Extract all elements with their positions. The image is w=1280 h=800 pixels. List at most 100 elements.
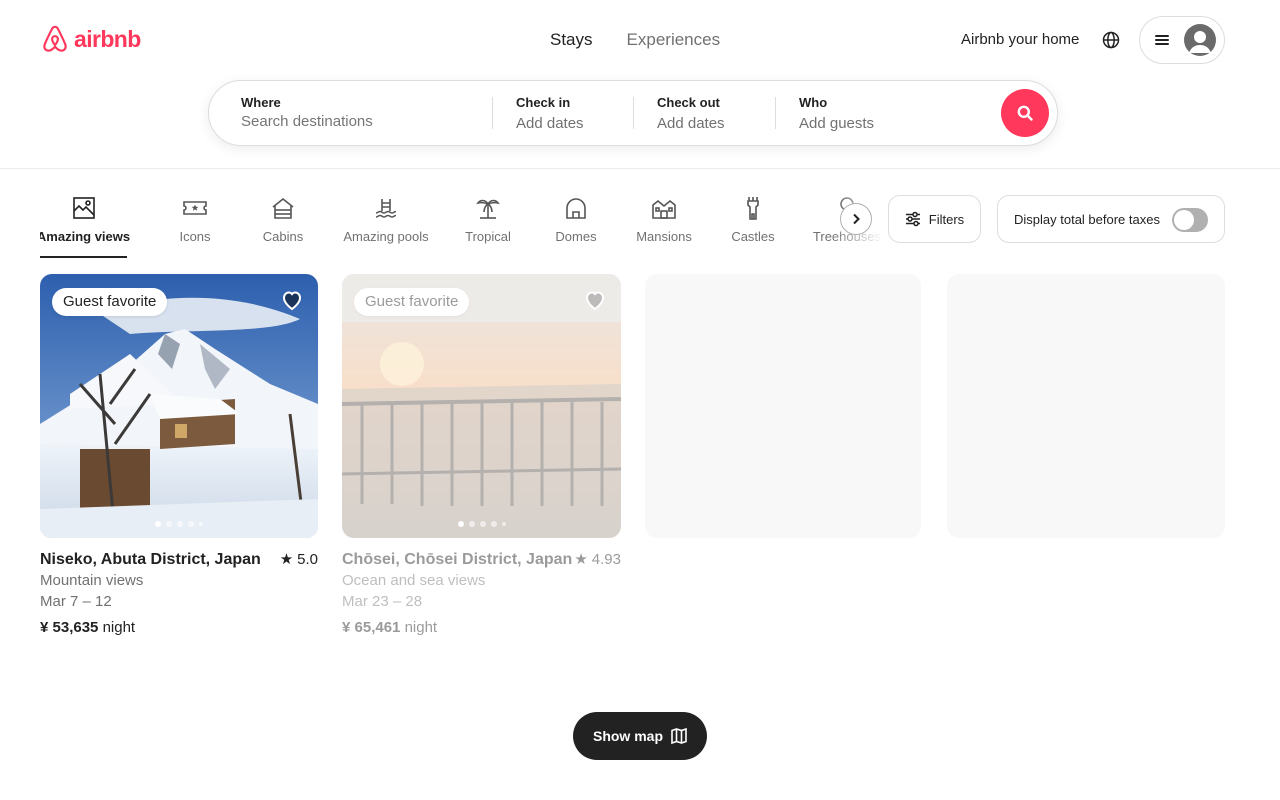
- pool-icon: [373, 195, 399, 221]
- airbnb-your-home-link[interactable]: Airbnb your home: [949, 24, 1091, 56]
- listing-card[interactable]: Guest favorite Chōsei, Chōsei District, …: [342, 274, 621, 638]
- photo-pagination-dots: [40, 521, 318, 527]
- category-next-button[interactable]: [840, 203, 872, 235]
- heart-icon[interactable]: [280, 288, 304, 312]
- taxes-label: Display total before taxes: [1014, 211, 1160, 227]
- dome-icon: [563, 195, 589, 221]
- listing-card-placeholder: [947, 274, 1225, 538]
- mansion-icon: [651, 195, 677, 221]
- category-label: Castles: [731, 229, 775, 244]
- map-icon: [671, 728, 687, 744]
- guest-favorite-badge: Guest favorite: [354, 288, 470, 316]
- category-label: Amazing pools: [343, 229, 429, 244]
- divider: [633, 97, 634, 129]
- category-castles[interactable]: Castles: [731, 190, 775, 258]
- category-label: Icons: [179, 229, 211, 244]
- listing-info: Chōsei, Chōsei District, Japan ★ 4.93 Oc…: [342, 550, 621, 638]
- site-header: airbnb Stays Experiences Airbnb your hom…: [0, 0, 1280, 169]
- globe-icon[interactable]: [1095, 24, 1127, 56]
- divider: [492, 97, 493, 129]
- photo-pagination-dots: [342, 521, 621, 527]
- category-label: Amazing views: [40, 229, 131, 244]
- listing-photo-placeholder: [645, 274, 921, 538]
- filters-button[interactable]: Filters: [888, 195, 981, 243]
- taxes-toggle[interactable]: [1172, 208, 1208, 232]
- category-label: Domes: [555, 229, 597, 244]
- listing-photo[interactable]: Guest favorite: [342, 274, 621, 538]
- search-icon: [1017, 105, 1033, 121]
- check-out-value: Add dates: [657, 115, 725, 132]
- category-label: Tropical: [465, 229, 511, 244]
- tab-stays[interactable]: Stays: [538, 28, 605, 52]
- category-amazing-views[interactable]: Amazing views: [40, 190, 131, 258]
- category-bar: Amazing views Icons Cabins Amazing pools: [40, 190, 880, 260]
- airbnb-logo-icon: [43, 25, 67, 52]
- logo-text: airbnb: [74, 25, 141, 52]
- show-map-label: Show map: [592, 728, 663, 744]
- filters-sliders-icon: [905, 211, 920, 227]
- where-field[interactable]: Where: [241, 81, 481, 145]
- display-total-toggle-box: Display total before taxes: [997, 195, 1225, 243]
- listing-dates: Mar 7 – 12: [40, 593, 112, 610]
- amazing-views-icon: [71, 195, 97, 221]
- listing-photo-placeholder: [947, 274, 1225, 538]
- check-in-label: Check in: [516, 95, 571, 110]
- rating-value: 4.93: [591, 551, 621, 568]
- search-button[interactable]: [1001, 89, 1049, 137]
- category-domes[interactable]: Domes: [555, 190, 597, 258]
- cabin-icon: [270, 195, 296, 221]
- main-nav: Stays Experiences: [538, 28, 732, 52]
- airbnb-logo[interactable]: airbnb: [40, 23, 141, 55]
- show-map-button[interactable]: Show map: [573, 712, 707, 760]
- guest-favorite-badge: Guest favorite: [52, 288, 168, 316]
- hamburger-menu-icon: [1155, 35, 1169, 45]
- category-label: Cabins: [262, 229, 304, 244]
- listing-card[interactable]: Guest favorite Niseko, Abuta District, J…: [40, 274, 318, 638]
- listing-info: Niseko, Abuta District, Japan ★ 5.0 Moun…: [40, 550, 318, 638]
- where-input[interactable]: [241, 113, 461, 130]
- castle-icon: [740, 195, 766, 221]
- check-in-field[interactable]: Check in Add dates: [516, 81, 626, 145]
- listing-title: Niseko, Abuta District, Japan: [40, 551, 261, 568]
- listing-card-placeholder: [645, 274, 921, 538]
- category-label: Mansions: [636, 229, 692, 244]
- star-icon: ★: [279, 551, 294, 568]
- price-amount: ¥ 53,635: [40, 619, 99, 636]
- check-in-value: Add dates: [516, 115, 584, 132]
- price-amount: ¥ 65,461: [342, 619, 401, 636]
- listing-rating: ★ 5.0: [280, 550, 318, 570]
- listing-price: ¥ 53,635 night: [40, 618, 318, 638]
- category-tropical[interactable]: Tropical: [465, 190, 511, 258]
- price-unit: night: [404, 619, 438, 636]
- who-value: Add guests: [799, 115, 875, 132]
- listing-photo[interactable]: Guest favorite: [40, 274, 318, 538]
- category-icons[interactable]: Icons: [171, 190, 219, 258]
- search-bar: Where Check in Add dates Check out Add d…: [208, 80, 1058, 146]
- category-amazing-pools[interactable]: Amazing pools: [343, 190, 429, 258]
- price-unit: night: [102, 619, 136, 636]
- filters-label: Filters: [928, 211, 965, 227]
- palm-tree-icon: [475, 195, 501, 221]
- listing-price: ¥ 65,461 night: [342, 618, 621, 638]
- who-label: Who: [799, 95, 828, 110]
- rating-value: 5.0: [297, 551, 318, 568]
- tab-experiences[interactable]: Experiences: [615, 28, 733, 52]
- check-out-field[interactable]: Check out Add dates: [657, 81, 767, 145]
- toggle-knob: [1174, 210, 1194, 230]
- category-mansions[interactable]: Mansions: [636, 190, 692, 258]
- listing-subtitle: Ocean and sea views: [342, 572, 486, 589]
- divider: [775, 97, 776, 129]
- who-field[interactable]: Who Add guests: [799, 81, 979, 145]
- listing-rating: ★ 4.93: [574, 550, 621, 570]
- category-cabins[interactable]: Cabins: [262, 190, 304, 258]
- profile-menu-button[interactable]: [1139, 16, 1225, 64]
- star-icon: ★: [574, 551, 588, 568]
- listing-subtitle: Mountain views: [40, 572, 144, 589]
- where-label: Where: [241, 95, 281, 110]
- check-out-label: Check out: [657, 95, 720, 110]
- listing-dates: Mar 23 – 28: [342, 593, 423, 610]
- user-avatar-icon: [1184, 24, 1216, 56]
- icons-ticket-icon: [182, 195, 208, 221]
- chevron-right-icon: [853, 213, 860, 225]
- heart-icon[interactable]: [583, 288, 607, 312]
